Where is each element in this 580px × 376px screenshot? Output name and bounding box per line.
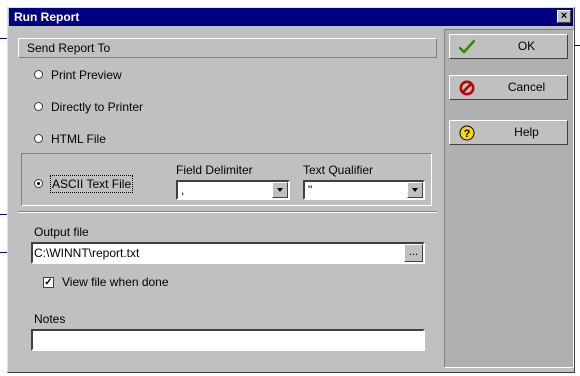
radio-button-selected[interactable]: [34, 179, 43, 188]
checkmark-icon: [459, 39, 475, 54]
chevron-down-icon[interactable]: [407, 182, 423, 198]
radio-button[interactable]: [34, 134, 43, 143]
svg-text:?: ?: [464, 128, 471, 140]
cancel-button[interactable]: Cancel: [449, 75, 568, 100]
question-icon: ?: [459, 125, 475, 141]
output-file-value: C:\WINNT\report.txt: [34, 246, 140, 260]
no-symbol-icon: [459, 80, 475, 96]
browse-button[interactable]: ...: [404, 244, 423, 262]
radio-label: Directly to Printer: [51, 100, 144, 114]
title-bar: Run Report ×: [9, 8, 573, 26]
chevron-down-icon[interactable]: [272, 182, 288, 198]
cancel-label: Cancel: [507, 80, 546, 94]
view-file-label: View file when done: [62, 275, 169, 289]
view-file-checkbox[interactable]: ✓: [43, 277, 54, 288]
notes-label: Notes: [34, 312, 66, 326]
text-qualifier-value: ": [308, 183, 313, 197]
radio-label: HTML File: [51, 132, 106, 146]
output-file-label: Output file: [34, 225, 89, 239]
ok-label: OK: [517, 39, 536, 53]
window-title: Run Report: [14, 10, 80, 24]
section-header-send-to: Send Report To: [18, 38, 437, 58]
field-delimiter-label: Field Delimiter: [176, 163, 253, 177]
field-delimiter-select[interactable]: ,: [176, 180, 290, 200]
close-icon[interactable]: ×: [557, 10, 571, 23]
radio-label: Print Preview: [51, 68, 122, 82]
help-button[interactable]: ? Help: [449, 120, 568, 145]
radio-label: ASCII Text File: [49, 175, 134, 193]
output-file-input[interactable]: C:\WINNT\report.txt: [31, 242, 425, 264]
field-delimiter-value: ,: [181, 183, 185, 197]
help-label: Help: [514, 125, 539, 139]
text-qualifier-select[interactable]: ": [303, 180, 425, 200]
text-qualifier-label: Text Qualifier: [303, 163, 374, 177]
ok-button[interactable]: OK: [449, 34, 568, 59]
radio-button[interactable]: [34, 70, 43, 79]
radio-button[interactable]: [34, 102, 43, 111]
section-divider: [18, 211, 437, 213]
notes-input[interactable]: [31, 329, 425, 351]
